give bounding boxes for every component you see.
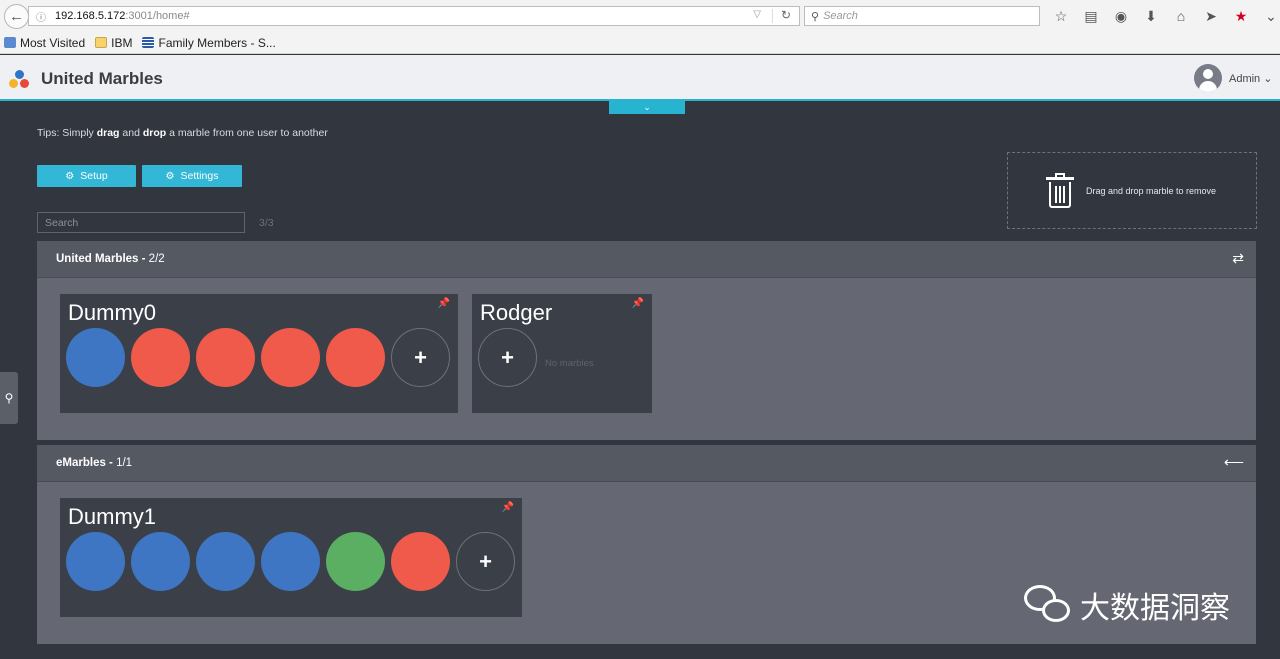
back-arrow-icon: ← [9, 8, 24, 25]
chevron-down-icon: ⌄ [643, 102, 651, 112]
trash-drop-zone[interactable]: Drag and drop marble to remove [1007, 152, 1257, 229]
plus-icon: + [501, 344, 514, 370]
settings-button[interactable]: ⚙ Settings [142, 165, 242, 187]
marble[interactable] [326, 328, 385, 387]
wechat-logo-icon [1024, 585, 1072, 625]
search-icon: ⚲ [811, 10, 820, 23]
avatar[interactable] [1194, 64, 1222, 92]
user-menu[interactable]: Admin ⌄ [1229, 72, 1272, 85]
side-search-tab[interactable]: ⚲ [0, 372, 18, 424]
marble[interactable] [391, 532, 450, 591]
user-name: Rodger [480, 300, 553, 325]
company-header: eMarbles - 1/1 ⟵ [37, 445, 1256, 482]
pin-icon[interactable]: 📌 [502, 502, 514, 513]
menu-chevron-icon[interactable]: ⌄ [1256, 6, 1280, 26]
watermark-text: 大数据洞察 [1080, 591, 1230, 626]
collapse-header-tab[interactable]: ⌄ [609, 101, 685, 114]
tips-text: Tips: Simply drag and drop a marble from… [37, 127, 328, 139]
browser-search-box[interactable]: ⚲ Search [804, 6, 1040, 26]
most-visited-icon [4, 37, 16, 48]
setup-button[interactable]: ⚙ Setup [37, 165, 136, 187]
pin-icon[interactable]: 📌 [438, 298, 450, 309]
browser-search-placeholder: Search [823, 10, 858, 22]
home-icon[interactable]: ⌂ [1166, 6, 1196, 26]
company-title: eMarbles - 1/1 [56, 457, 133, 469]
user-card[interactable]: Rodger 📌 + No marbles [472, 294, 652, 413]
bookmark-family-members[interactable]: Family Members - S... [142, 36, 276, 50]
marble[interactable] [261, 532, 320, 591]
trash-icon [1046, 173, 1074, 208]
company-title: United Marbles - 2/2 [56, 253, 165, 265]
url-text: 192.168.5.172:3001/home# [55, 10, 190, 22]
plus-icon: + [479, 548, 492, 574]
empty-marbles-text: No marbles [545, 358, 594, 369]
chevron-down-icon: ⌄ [1263, 73, 1273, 85]
watermark: 大数据洞察 [1024, 583, 1230, 627]
gears-icon: ⚙ [65, 170, 75, 182]
bookmarks-bar: Most Visited IBM Family Members - S... [0, 32, 1280, 54]
marble[interactable] [196, 532, 255, 591]
arrow-left-icon[interactable]: ⟵ [1224, 454, 1244, 471]
reading-list-icon[interactable]: ▤ [1076, 6, 1106, 26]
marble[interactable] [66, 328, 125, 387]
folder-icon [95, 37, 108, 48]
marbles-logo-icon [9, 70, 31, 90]
company-panel: United Marbles - 2/2 ⇄ Dummy0 📌 + Rodger… [37, 241, 1256, 440]
trash-label: Drag and drop marble to remove [1086, 186, 1217, 196]
back-button[interactable]: ← [4, 4, 29, 29]
company-header: United Marbles - 2/2 ⇄ [37, 241, 1256, 278]
marble[interactable] [66, 532, 125, 591]
marble[interactable] [326, 532, 385, 591]
marble[interactable] [131, 328, 190, 387]
app-header: United Marbles Admin ⌄ [0, 55, 1280, 101]
user-name: Dummy0 [68, 300, 157, 325]
marble[interactable] [131, 532, 190, 591]
info-icon: ⓘ [36, 12, 46, 24]
marble[interactable] [261, 328, 320, 387]
dropdown-arrow-icon[interactable]: ▽ [753, 9, 761, 20]
user-card[interactable]: Dummy1 📌 + [60, 498, 522, 617]
user-count: 3/3 [259, 217, 274, 229]
search-input[interactable] [37, 212, 245, 233]
bookmark-ibm[interactable]: IBM [95, 36, 132, 50]
reload-icon[interactable]: ↻ [781, 8, 791, 22]
marble[interactable] [196, 328, 255, 387]
send-icon[interactable]: ➤ [1196, 6, 1226, 26]
plus-icon: + [414, 344, 427, 370]
bookmark-most-visited[interactable]: Most Visited [4, 36, 85, 50]
extension-star-icon[interactable]: ★ [1226, 6, 1256, 26]
pocket-icon[interactable]: ◉ [1106, 6, 1136, 26]
browser-toolbar-icons: ☆ ▤ ◉ ⬇ ⌂ ➤ ★ ⌄ [1046, 6, 1280, 26]
browser-toolbar: ← ⓘ 192.168.5.172:3001/home# ▽ ↻ ⚲ Searc… [0, 0, 1280, 32]
search-icon: ⚲ [4, 391, 14, 405]
ibm-icon [142, 37, 155, 48]
user-name: Dummy1 [68, 504, 157, 529]
user-card[interactable]: Dummy0 📌 + [60, 294, 458, 413]
add-marble-button[interactable]: + [456, 532, 515, 591]
add-marble-button[interactable]: + [478, 328, 537, 387]
add-marble-button[interactable]: + [391, 328, 450, 387]
address-bar[interactable]: ⓘ 192.168.5.172:3001/home# ▽ ↻ [28, 6, 800, 26]
divider [772, 9, 773, 23]
bookmark-star-icon[interactable]: ☆ [1046, 6, 1076, 26]
gear-icon: ⚙ [165, 170, 175, 182]
app-title: United Marbles [41, 69, 163, 88]
download-icon[interactable]: ⬇ [1136, 6, 1166, 26]
swap-icon[interactable]: ⇄ [1232, 250, 1244, 267]
pin-icon[interactable]: 📌 [632, 298, 644, 309]
